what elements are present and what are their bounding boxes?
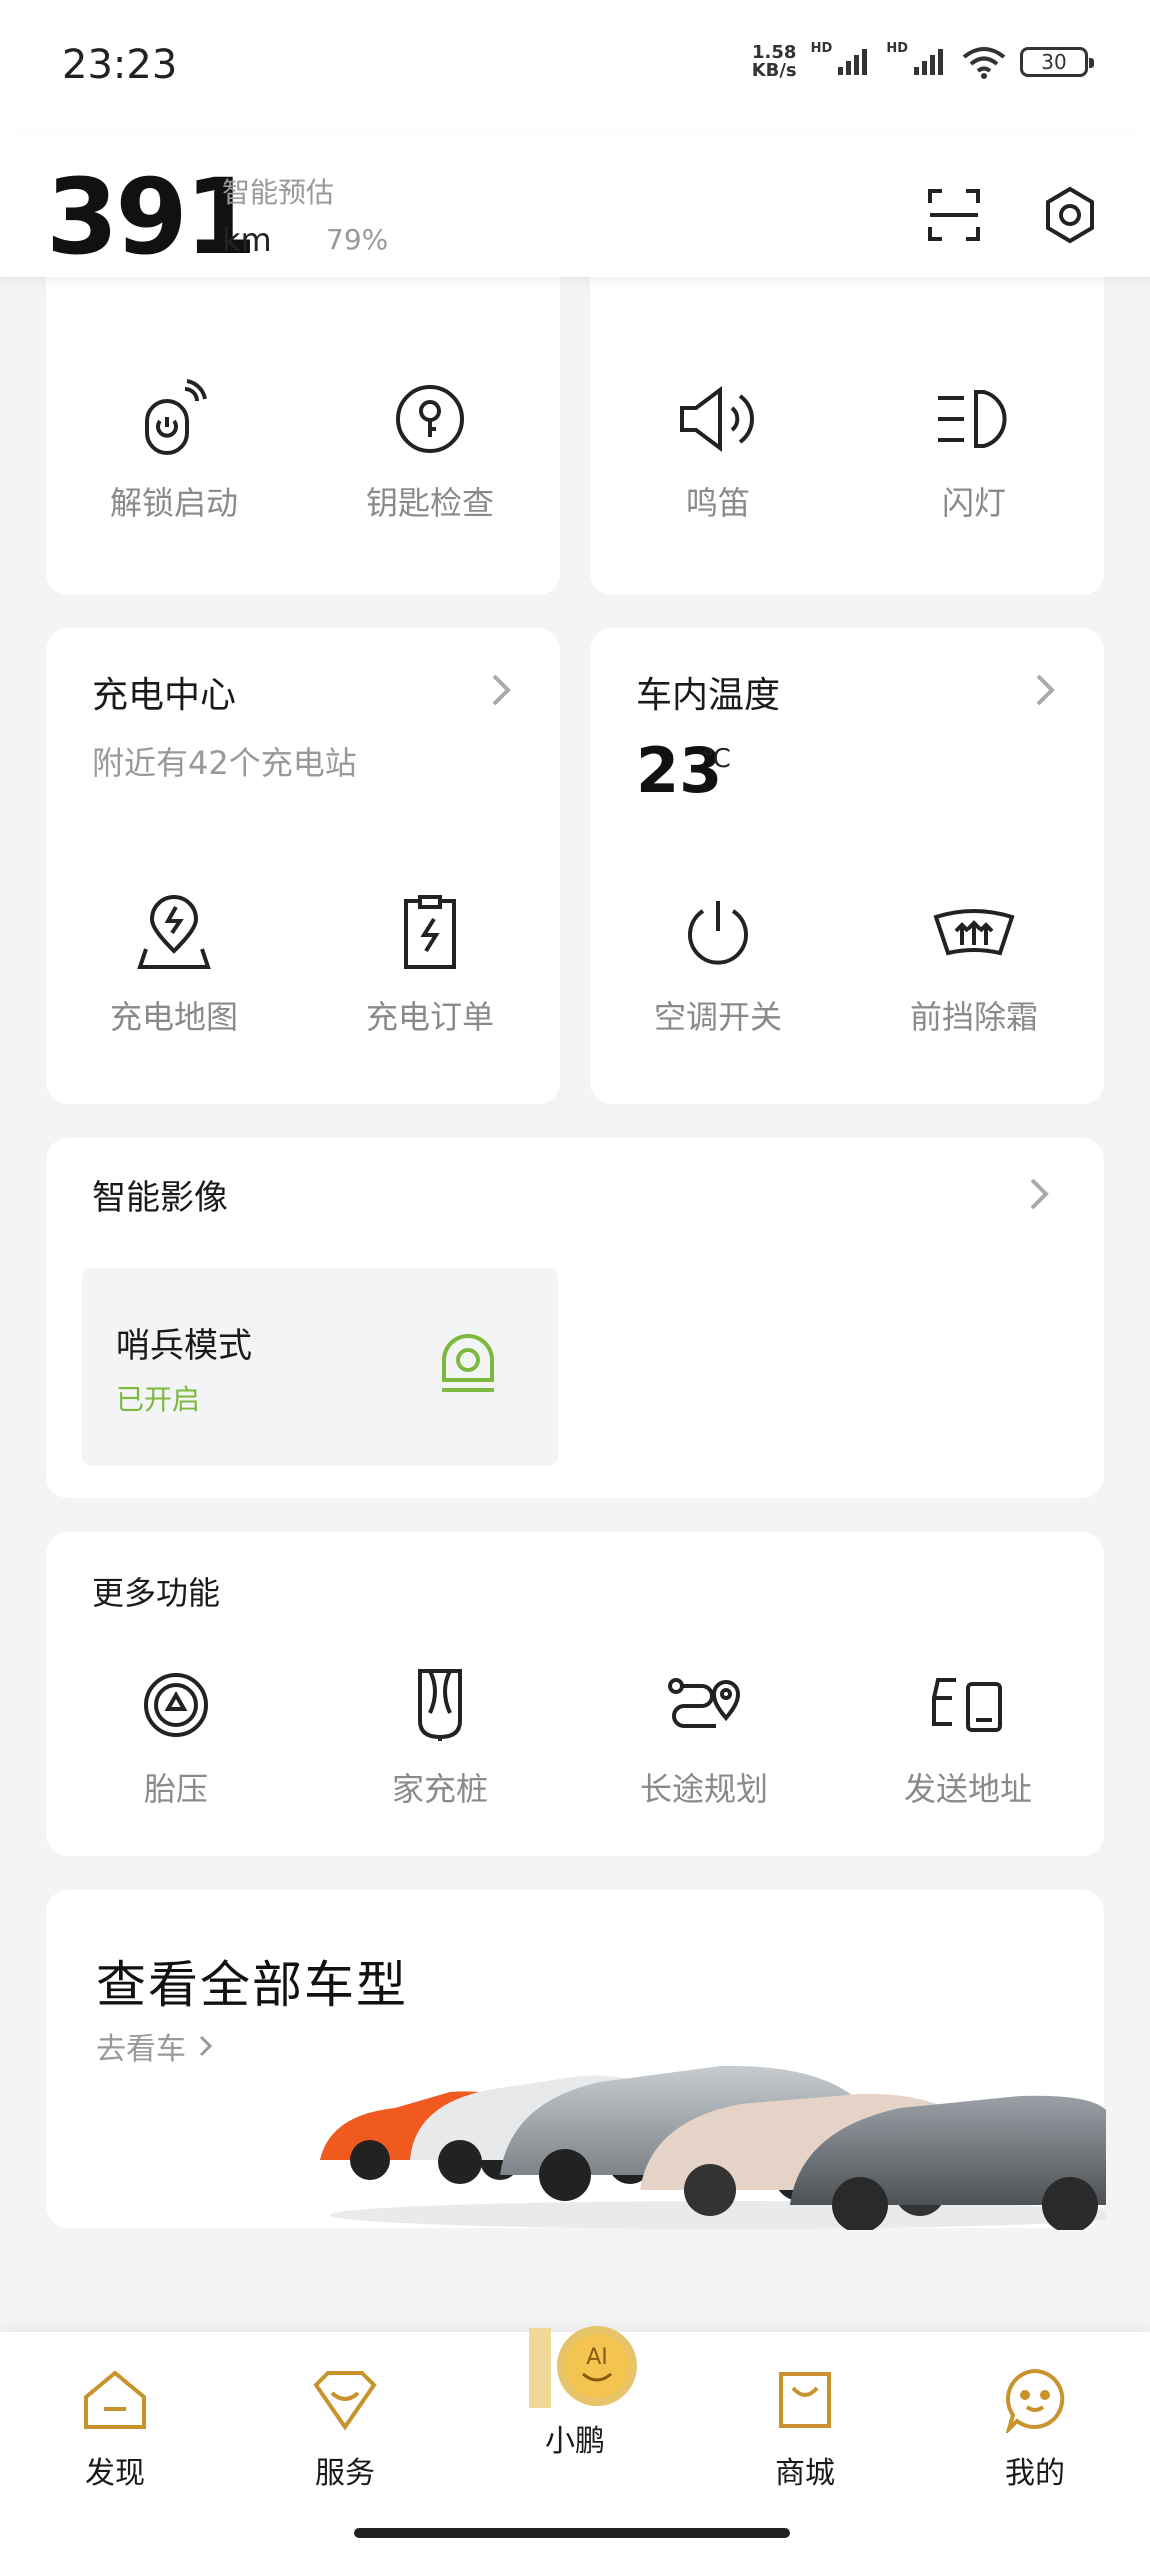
car-lineup-image	[320, 2065, 1106, 2230]
status-bar: 23:23 1.58 KB/s HD HD 30	[0, 0, 1150, 135]
tire-pressure-button[interactable]: 胎压	[76, 1660, 276, 1810]
tab-xpeng[interactable]: AI 小鹏	[500, 2322, 650, 2460]
charging-title: 充电中心	[92, 675, 237, 716]
battery-percent: 79%	[326, 223, 389, 256]
vehicle-access-card: 解锁启动 钥匙检查	[46, 250, 560, 595]
chevron-right-icon	[199, 2035, 212, 2057]
trip-planning-button[interactable]: 长途规划	[604, 1660, 804, 1810]
chevron-right-icon[interactable]	[1030, 670, 1060, 710]
climate-card[interactable]: 车内温度 空调开关 前挡除霜	[590, 628, 1104, 1104]
ac-toggle-button[interactable]: 空调开关	[618, 888, 818, 1038]
flash-lights-button[interactable]: 闪灯	[874, 374, 1074, 524]
range-header: 391 智能预估 km 79%	[0, 135, 1150, 277]
front-defrost-button[interactable]: 前挡除霜	[874, 888, 1074, 1038]
tab-discover[interactable]: 发现	[40, 2362, 190, 2492]
climate-title: 车内温度	[636, 675, 781, 716]
charge-order-button[interactable]: 充电订单	[330, 888, 530, 1038]
home-indicator[interactable]	[354, 2528, 790, 2538]
network-speed: 1.58 KB/s	[751, 42, 797, 81]
wifi-icon	[962, 47, 1006, 79]
horn-icon	[673, 374, 763, 464]
charge-map-button[interactable]: 充电地图	[74, 888, 274, 1038]
headlight-icon	[929, 374, 1019, 464]
shop-icon	[767, 2362, 843, 2438]
charging-subtitle: 附近有42个充电站	[92, 744, 357, 782]
home-charger-button[interactable]: 家充桩	[340, 1660, 540, 1810]
vehicle-locate-card: 鸣笛 闪灯	[590, 250, 1104, 595]
sentry-title: 哨兵模式	[116, 1326, 252, 1366]
tire-icon	[131, 1660, 221, 1750]
send-address-icon	[923, 1660, 1013, 1750]
more-title: 更多功能	[92, 1574, 221, 1612]
key-check-button[interactable]: 钥匙检查	[330, 374, 530, 524]
home-charger-icon	[395, 1660, 485, 1750]
status-icons: 1.58 KB/s HD HD 30	[751, 40, 1094, 81]
horn-button[interactable]: 鸣笛	[618, 374, 818, 524]
send-address-button[interactable]: 发送地址	[868, 1660, 1068, 1810]
temperature-unit: ℃	[702, 744, 732, 774]
charging-center-card[interactable]: 充电中心 附近有42个充电站 充电地图 充电订单	[46, 628, 560, 1104]
sim2-hd-label: HD	[886, 40, 908, 56]
sentry-camera-icon	[442, 1334, 494, 1392]
home-icon	[77, 2362, 153, 2438]
scan-icon[interactable]	[924, 185, 984, 245]
charge-map-icon	[129, 888, 219, 978]
sentry-status: 已开启	[116, 1383, 201, 1416]
route-icon	[659, 1660, 749, 1750]
battery-icon: 30	[1020, 47, 1094, 77]
sentry-mode-tile[interactable]: 哨兵模式 已开启	[82, 1268, 558, 1466]
svg-text:AI: AI	[586, 2345, 608, 2370]
models-link[interactable]: 去看车	[96, 2024, 216, 2068]
power-icon	[673, 888, 763, 978]
tab-service[interactable]: 服务	[270, 2362, 420, 2492]
range-label: 智能预估	[222, 176, 335, 209]
chevron-right-icon[interactable]	[486, 670, 516, 710]
more-functions-card: 更多功能 胎压 家充桩 长途规划 发送地址	[46, 1532, 1104, 1856]
tab-profile[interactable]: 我的	[960, 2362, 1110, 2492]
sim1-hd-label: HD	[810, 40, 833, 56]
settings-icon[interactable]	[1040, 185, 1100, 245]
key-icon	[385, 374, 475, 464]
charge-order-icon	[385, 888, 475, 978]
ai-assistant-icon: AI	[529, 2326, 637, 2408]
chevron-right-icon[interactable]	[1024, 1174, 1054, 1214]
profile-icon	[997, 2362, 1073, 2438]
signal-icon	[838, 49, 868, 75]
models-title: 查看全部车型	[96, 1956, 408, 2014]
service-icon	[307, 2362, 383, 2438]
camera-title: 智能影像	[92, 1178, 228, 1218]
bottom-tab-bar: 发现 服务 AI 小鹏 商城 我的	[0, 2326, 1150, 2559]
status-time: 23:23	[62, 42, 178, 88]
remote-unlock-icon	[129, 374, 219, 464]
range-unit: km	[222, 221, 272, 259]
defrost-icon	[929, 888, 1019, 978]
unlock-start-button[interactable]: 解锁启动	[74, 374, 274, 524]
signal-icon	[914, 49, 943, 75]
tab-shop[interactable]: 商城	[730, 2362, 880, 2492]
